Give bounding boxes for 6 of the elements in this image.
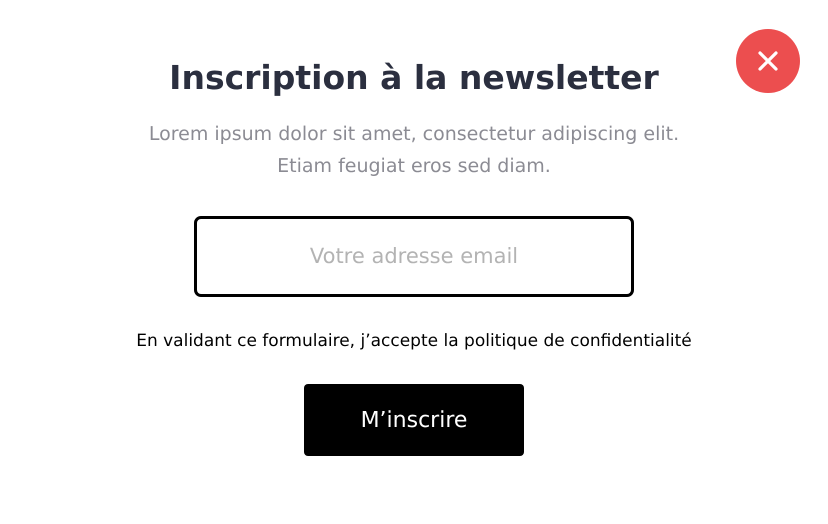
subscribe-button[interactable]: M’inscrire	[304, 384, 524, 456]
description-text: Lorem ipsum dolor sit amet, consectetur adipiscing elit. Etiam feugiat eros sed diam.	[148, 122, 680, 179]
email-input-field[interactable]: Votre adresse email	[194, 216, 634, 297]
consent-text: En validant ce formulaire, j’accepte la politique de confidentialité	[136, 330, 692, 353]
modal-title: Inscription à la newsletter	[169, 57, 659, 98]
close-icon	[758, 51, 778, 71]
